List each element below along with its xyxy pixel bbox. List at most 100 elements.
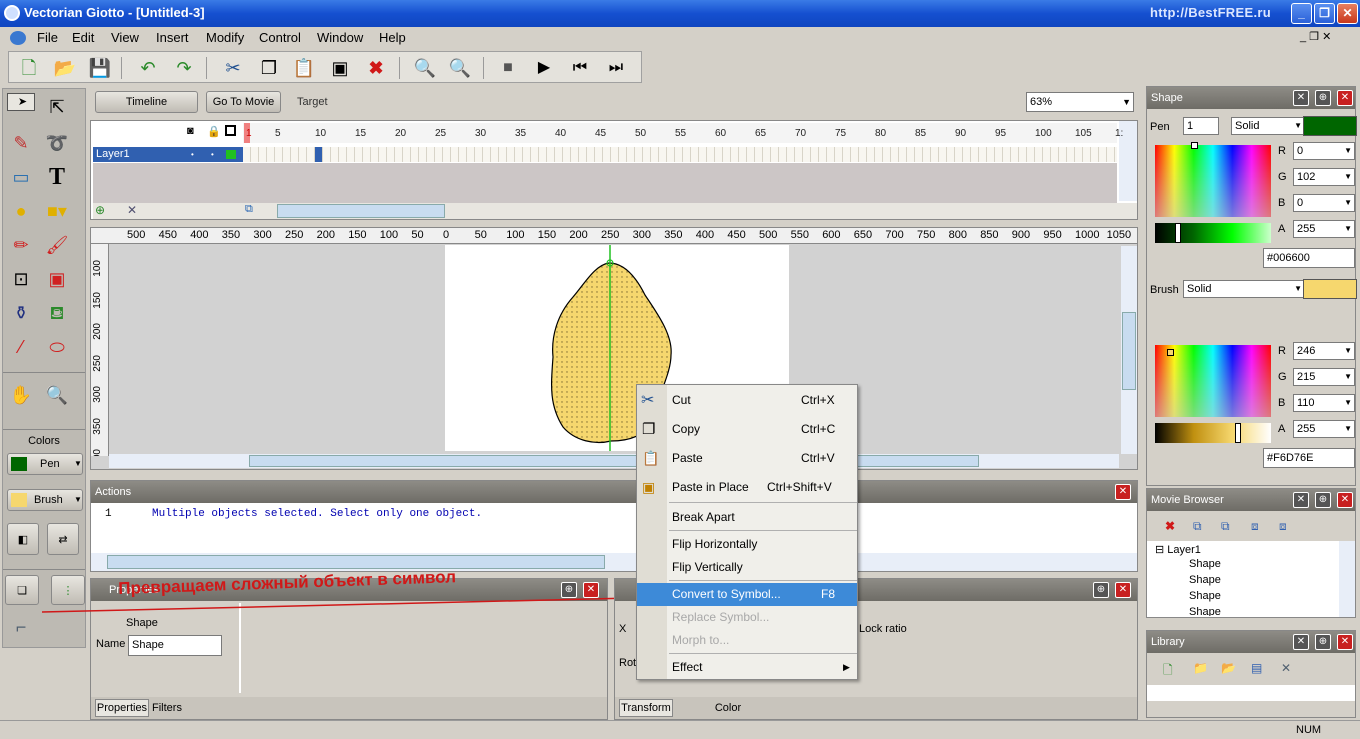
pen-color-spectrum[interactable]: [1155, 142, 1271, 217]
subselect-tool-icon[interactable]: ⇱: [43, 93, 71, 121]
pen-r-input[interactable]: 0 ▼: [1293, 142, 1355, 160]
tree-item[interactable]: Shape: [1189, 590, 1221, 602]
menu-item-flip-vertically[interactable]: Flip Vertically: [637, 556, 857, 579]
transform-close-icon[interactable]: ✕: [1115, 582, 1131, 598]
go-to-movie-button[interactable]: Go To Movie: [206, 91, 281, 113]
menu-window[interactable]: Window: [317, 30, 363, 45]
gradient-tool-icon[interactable]: ▣: [43, 265, 71, 293]
pencil-tool-icon[interactable]: ✎: [7, 129, 35, 157]
stage-hscroll[interactable]: [109, 454, 1119, 468]
smooth-icon[interactable]: ⌐: [7, 613, 35, 641]
shape-panel-close-icon[interactable]: ✕: [1293, 90, 1309, 106]
tree-vscroll[interactable]: [1339, 541, 1355, 617]
tree-item[interactable]: Shape: [1189, 606, 1221, 616]
pen-color-preview[interactable]: [1303, 116, 1357, 136]
tab-properties[interactable]: Properties: [95, 699, 149, 717]
menu-item-break-apart[interactable]: Break Apart: [637, 506, 857, 529]
lock-icon[interactable]: 🔒: [207, 125, 221, 138]
actions-hscroll[interactable]: [91, 553, 1137, 571]
zoom-in-icon[interactable]: 🔍: [413, 56, 437, 80]
pen-width-input[interactable]: 1: [1183, 117, 1219, 135]
brush-color-preview[interactable]: [1303, 279, 1357, 299]
menu-item-effect[interactable]: Effect ▶: [637, 656, 857, 679]
lib-pin-icon[interactable]: ⊕: [1315, 634, 1331, 650]
shape-panel-close2-icon[interactable]: ✕: [1337, 90, 1353, 106]
transform-tool-icon[interactable]: ⊡: [7, 265, 35, 293]
outline-icon[interactable]: [225, 125, 236, 136]
swap-colors-icon[interactable]: ⇄: [47, 523, 79, 555]
step-forward-icon[interactable]: ⏭: [604, 56, 628, 80]
brush-g-input[interactable]: 215 ▼: [1293, 368, 1355, 386]
tab-color-transformation[interactable]: Color Transformation: [677, 699, 779, 732]
shape-panel-pin-icon[interactable]: ⊕: [1315, 90, 1331, 106]
eyedropper-icon[interactable]: ⁄: [7, 333, 35, 361]
pen-tool-icon[interactable]: ✏: [7, 231, 35, 259]
menu-file[interactable]: File: [37, 30, 58, 45]
brush-a-input[interactable]: 255 ▼: [1293, 420, 1355, 438]
oval-tool-icon[interactable]: ●: [7, 197, 35, 225]
menu-item-flip-horizontally[interactable]: Flip Horizontally: [637, 533, 857, 556]
paste-in-place-icon[interactable]: ▣: [328, 56, 352, 80]
open-folder-icon[interactable]: 📂: [53, 56, 77, 80]
pen-color-button[interactable]: Pen ▼: [7, 453, 83, 475]
rect-tool-icon[interactable]: ■▾: [43, 197, 71, 225]
tree-item[interactable]: Shape: [1189, 574, 1221, 586]
mb-group-icon[interactable]: ⧉: [1193, 519, 1202, 534]
tree-root[interactable]: ⊟ Layer1: [1155, 543, 1201, 556]
menu-item-cut[interactable]: ✂ Cut Ctrl+X: [637, 389, 857, 412]
shape-name-input[interactable]: Shape: [128, 635, 222, 656]
lib-properties-icon[interactable]: ▤: [1251, 661, 1262, 675]
image-tool-icon[interactable]: ▭: [7, 163, 35, 191]
stage-vscroll[interactable]: [1121, 246, 1137, 454]
tab-filters[interactable]: Filters: [151, 699, 183, 717]
object-mode-icon[interactable]: ❏: [5, 575, 39, 605]
pen-a-input[interactable]: 255 ▼: [1293, 220, 1355, 238]
hand-tool-icon[interactable]: ✋: [7, 381, 35, 409]
menu-insert[interactable]: Insert: [156, 30, 189, 45]
rewind-icon[interactable]: ⏮: [568, 56, 592, 80]
mb-pin-icon[interactable]: ⊕: [1315, 492, 1331, 508]
menu-item-paste-in-place[interactable]: ▣ Paste in Place Ctrl+Shift+V: [637, 476, 857, 499]
paste-icon[interactable]: 📋: [292, 56, 316, 80]
delete-icon[interactable]: ✖: [364, 56, 388, 80]
brush-brightness-bar[interactable]: [1155, 423, 1271, 443]
timeline-scrollbar-thumb[interactable]: [277, 204, 445, 218]
actions-close-icon[interactable]: ✕: [1115, 484, 1131, 500]
ink-bottle-icon[interactable]: ⚱: [7, 299, 35, 327]
onion-skin-icon[interactable]: ⧉: [245, 203, 253, 216]
menu-edit[interactable]: Edit: [72, 30, 94, 45]
tab-timeline[interactable]: Timeline: [95, 91, 198, 113]
save-icon[interactable]: 💾: [88, 56, 112, 80]
lib-new-symbol-icon[interactable]: 🗋: [1163, 661, 1173, 682]
lasso-tool-icon[interactable]: ➰: [43, 129, 71, 157]
pen-b-input[interactable]: 0 ▼: [1293, 194, 1355, 212]
mb-arrange2-icon[interactable]: ⧈: [1279, 519, 1287, 534]
brush-b-input[interactable]: 110 ▼: [1293, 394, 1355, 412]
brush-style-select[interactable]: Solid ▼: [1183, 280, 1305, 298]
undo-icon[interactable]: ↶: [136, 56, 160, 80]
pen-g-input[interactable]: 102 ▼: [1293, 168, 1355, 186]
new-doc-icon[interactable]: 🗋: [17, 56, 41, 80]
default-colors-icon[interactable]: ◧: [7, 523, 39, 555]
transform-pin-icon[interactable]: ⊕: [1093, 582, 1109, 598]
arrow-tool-icon[interactable]: ➤: [7, 93, 35, 111]
mb-arrange-icon[interactable]: ⧈: [1251, 519, 1259, 534]
menu-item-convert-to-symbol[interactable]: Convert to Symbol... F8: [637, 583, 857, 606]
lib-folder-icon[interactable]: 📂: [1221, 661, 1236, 675]
stop-icon[interactable]: ■: [496, 56, 520, 80]
pen-style-select[interactable]: Solid ▼: [1231, 117, 1305, 135]
delete-layer-icon[interactable]: ✕: [127, 203, 137, 217]
menu-control[interactable]: Control: [259, 30, 301, 45]
menu-item-paste[interactable]: 📋 Paste Ctrl+V: [637, 447, 857, 470]
brush-color-spectrum[interactable]: [1155, 345, 1271, 417]
add-layer-icon[interactable]: ⊕: [95, 203, 105, 217]
mb-close2-icon[interactable]: ✕: [1337, 492, 1353, 508]
lib-new-folder-icon[interactable]: 📁: [1193, 661, 1208, 675]
eraser-icon[interactable]: ⬭: [43, 333, 71, 361]
tree-item[interactable]: Shape: [1189, 558, 1221, 570]
menu-view[interactable]: View: [111, 30, 139, 45]
lib-close-icon[interactable]: ✕: [1293, 634, 1309, 650]
mb-ungroup-icon[interactable]: ⧉: [1221, 519, 1230, 534]
brush-r-input[interactable]: 246 ▼: [1293, 342, 1355, 360]
zoom-out-icon[interactable]: 🔍: [448, 56, 472, 80]
